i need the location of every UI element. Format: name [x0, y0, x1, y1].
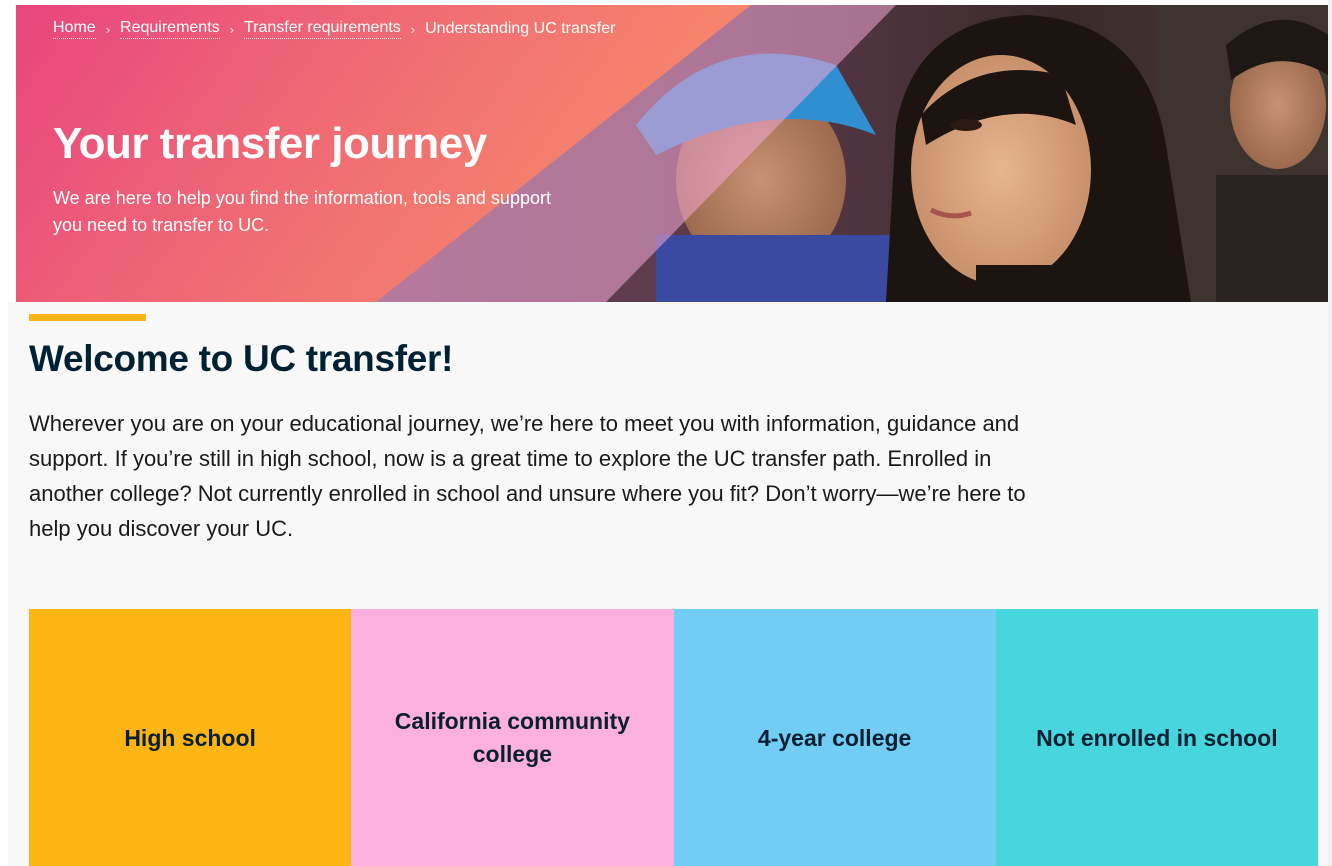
- breadcrumb-current-page: Understanding UC transfer: [425, 20, 616, 37]
- card-label: High school: [124, 725, 256, 751]
- breadcrumb: Home › Requirements › Transfer requireme…: [53, 19, 615, 39]
- card-4-year-college[interactable]: 4-year college: [673, 609, 996, 866]
- card-label: California community college: [394, 708, 630, 767]
- hero-subtitle: We are here to help you find the informa…: [53, 188, 551, 235]
- path-cards: High school California community college…: [29, 609, 1318, 866]
- breadcrumb-home-link[interactable]: Home: [53, 19, 96, 39]
- card-not-enrolled-in-school[interactable]: Not enrolled in school: [995, 609, 1318, 866]
- breadcrumb-separator: ›: [229, 21, 234, 37]
- breadcrumb-requirements-link[interactable]: Requirements: [120, 19, 220, 39]
- welcome-title: Welcome to UC transfer!: [29, 338, 454, 379]
- card-high-school[interactable]: High school: [29, 609, 352, 866]
- card-california-community-college[interactable]: California community college: [351, 609, 674, 866]
- card-label: 4-year college: [757, 725, 912, 751]
- breadcrumb-transfer-requirements-link[interactable]: Transfer requirements: [243, 19, 401, 39]
- accent-bar: [29, 314, 146, 321]
- welcome-body: Wherever you are on your educational jou…: [29, 411, 1026, 541]
- breadcrumb-separator: ›: [410, 21, 416, 37]
- hero-banner: Home › Requirements › Transfer requireme…: [16, 5, 1328, 302]
- breadcrumb-separator: ›: [105, 21, 111, 37]
- hero-title: Your transfer journey: [53, 119, 487, 168]
- card-label: Not enrolled in school: [1036, 725, 1278, 751]
- page-edge: [1328, 0, 1332, 866]
- welcome-section: Welcome to UC transfer! Wherever you are…: [8, 302, 1328, 866]
